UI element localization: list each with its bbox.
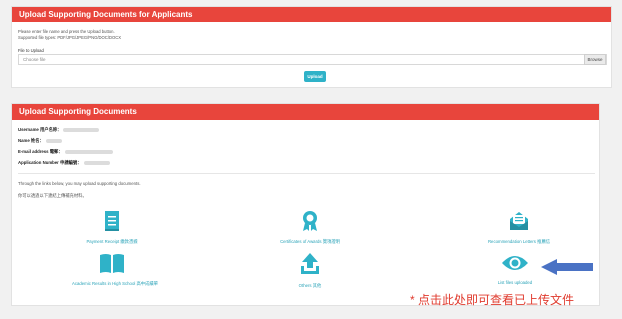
file-label: File to Upload [18, 48, 44, 53]
email-row: E-mail address 電郵： [18, 149, 113, 155]
intro-en: Through the links below, you may upload … [18, 181, 141, 186]
upload-button[interactable]: Upload [304, 71, 326, 82]
upload-hint-1: Please enter file name and press the Upl… [18, 29, 115, 34]
documents-panel: Upload Supporting Documents Username 用户名… [11, 103, 600, 306]
receipt-icon [105, 211, 119, 231]
browse-button[interactable]: Browse [584, 54, 606, 65]
tile-others[interactable]: Others 其他 [270, 252, 350, 289]
tile-label: Academic Results in High School 高中成績單 [72, 281, 158, 286]
award-icon [303, 211, 317, 231]
tile-recommendation-letters[interactable]: Recommendation Letters 推薦信 [479, 210, 559, 245]
intro-zh: 你可以透過以下連結上傳補充材料。 [18, 193, 87, 198]
tile-label: Payment Receipt 繳款憑據 [86, 239, 138, 244]
appno-row: Application Number 申請編號： [18, 160, 110, 166]
arrow-left-icon [541, 259, 593, 275]
file-placeholder: Choose file [23, 57, 46, 62]
tile-academic-results[interactable]: Academic Results in High School 高中成績單 [72, 252, 158, 287]
email-value-redacted [64, 149, 113, 154]
username-row: Username 用户名称： [18, 127, 100, 133]
upload-hint-2: Supported file types: PDF/JPG/JPEG/PNG/D… [18, 35, 122, 40]
file-input[interactable]: Choose file Browse [18, 54, 607, 65]
annotation-note: * 点击此处即可查看已上传文件 [410, 293, 575, 307]
tile-label: List files uploaded [497, 280, 533, 285]
eye-icon [502, 256, 528, 270]
upload-panel-title: Upload Supporting Documents for Applican… [12, 7, 611, 22]
name-row: Name 姓名： [18, 138, 62, 144]
documents-panel-title: Upload Supporting Documents [12, 104, 599, 120]
tile-label: Others 其他 [298, 283, 322, 288]
divider [18, 173, 595, 174]
book-icon [100, 254, 124, 273]
appno-label: Application Number 申請編號： [18, 160, 82, 165]
email-label: E-mail address 電郵： [18, 149, 63, 154]
appno-value-redacted [83, 160, 110, 165]
tile-label: Certificates of Awards 獎項證明 [280, 239, 340, 244]
tile-label: Recommendation Letters 推薦信 [487, 239, 551, 244]
upload-panel: Upload Supporting Documents for Applican… [11, 6, 612, 88]
username-label: Username 用户名称： [18, 127, 62, 132]
upload-icon [301, 253, 319, 274]
envelope-icon [510, 212, 528, 230]
username-value-redacted [63, 127, 100, 132]
name-label: Name 姓名： [18, 138, 44, 143]
tile-certificates[interactable]: Certificates of Awards 獎項證明 [270, 210, 350, 245]
name-value-redacted [45, 138, 62, 143]
tile-payment-receipt[interactable]: Payment Receipt 繳款憑據 [72, 210, 152, 245]
